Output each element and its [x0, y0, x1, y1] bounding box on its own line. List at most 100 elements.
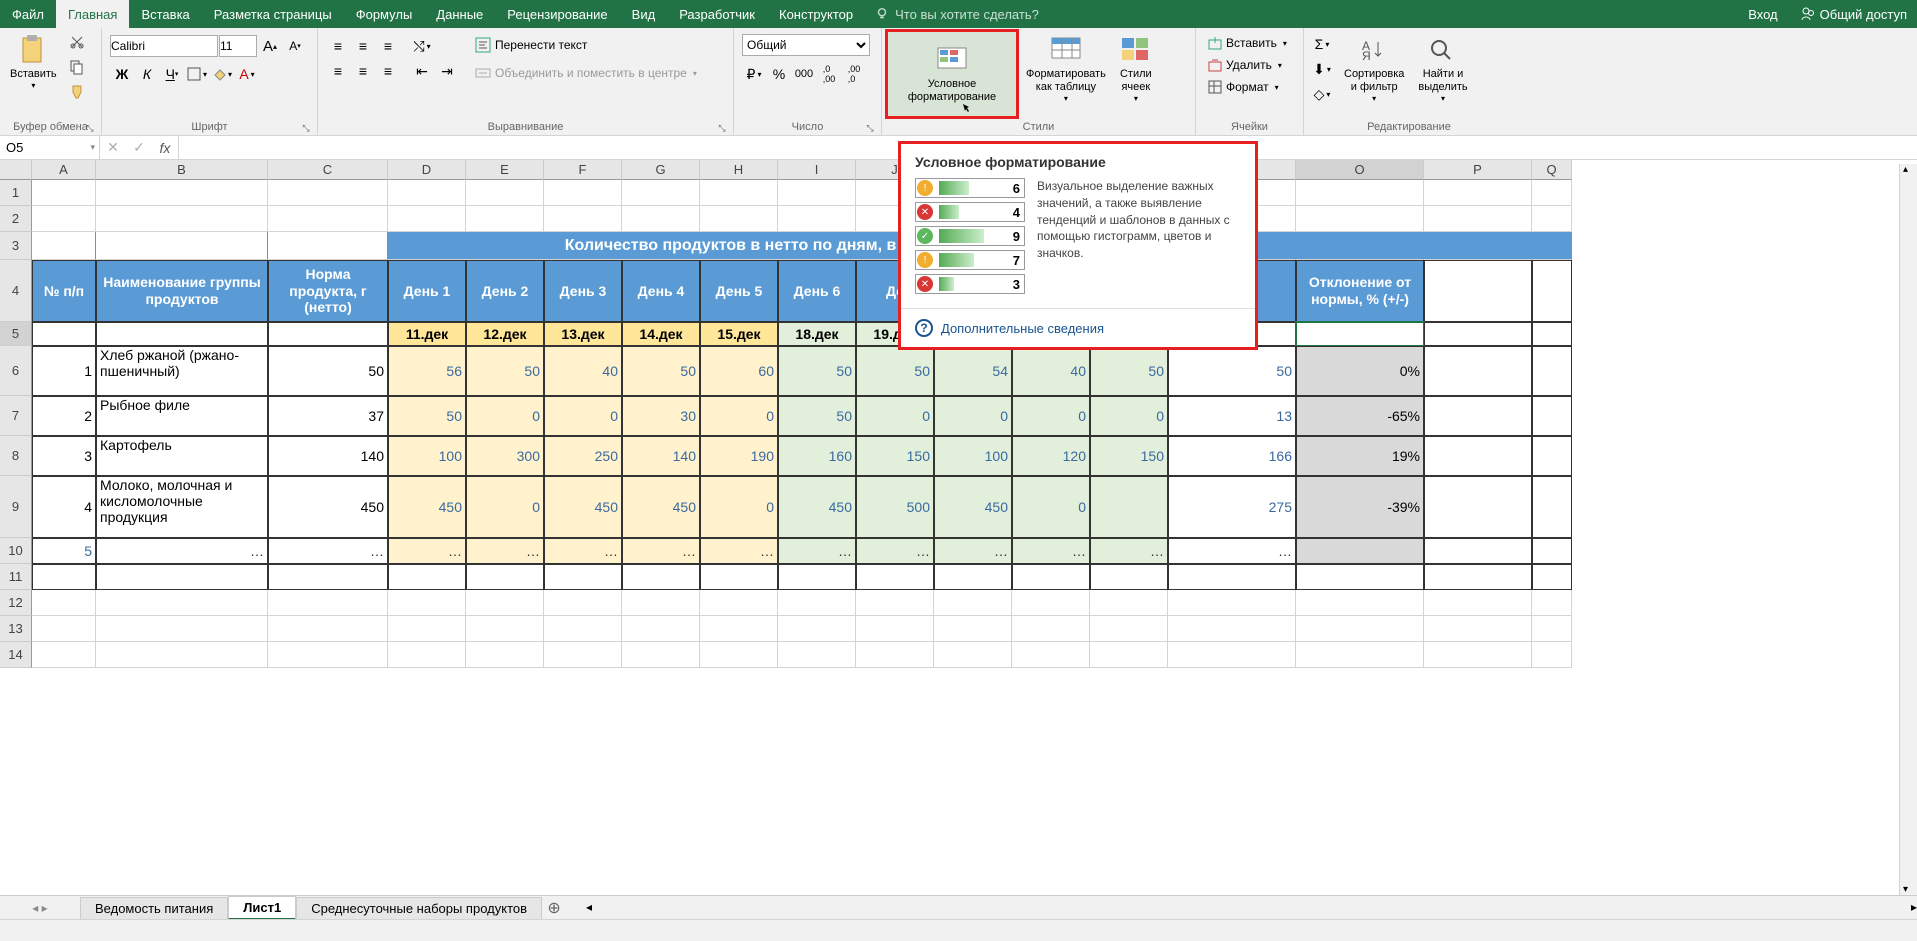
cell[interactable]: [466, 180, 544, 206]
cell[interactable]: [934, 564, 1012, 590]
align-top-button[interactable]: ≡: [326, 34, 350, 58]
cell[interactable]: [1296, 538, 1424, 564]
vertical-scrollbar[interactable]: [1899, 164, 1917, 895]
cell[interactable]: [466, 616, 544, 642]
cell[interactable]: [544, 564, 622, 590]
cell[interactable]: 450: [388, 476, 466, 538]
align-launcher-icon[interactable]: ⤡: [717, 123, 727, 133]
merge-button[interactable]: Объединить и поместить в центре: [469, 62, 703, 84]
cell[interactable]: 40: [544, 346, 622, 396]
cell[interactable]: [268, 322, 388, 346]
cell[interactable]: 50: [466, 346, 544, 396]
cut-button[interactable]: [65, 30, 89, 54]
cell[interactable]: [622, 564, 700, 590]
cell[interactable]: [544, 206, 622, 232]
cell[interactable]: [1532, 642, 1572, 668]
cell[interactable]: 0%: [1296, 346, 1424, 396]
cell[interactable]: [622, 206, 700, 232]
format-as-table-button[interactable]: Форматировать как таблицу▾: [1020, 30, 1112, 108]
cell[interactable]: 190: [700, 436, 778, 476]
select-all-corner[interactable]: [0, 160, 32, 180]
cell[interactable]: [32, 616, 96, 642]
clipboard-launcher-icon[interactable]: ⤡: [85, 123, 95, 133]
cell[interactable]: 50: [268, 346, 388, 396]
cell[interactable]: День 2: [466, 260, 544, 322]
cell[interactable]: [1012, 642, 1090, 668]
cell[interactable]: 0: [1012, 476, 1090, 538]
cell[interactable]: [1424, 322, 1532, 346]
name-box[interactable]: O5: [0, 136, 100, 159]
cell[interactable]: 13.дек: [544, 322, 622, 346]
cell[interactable]: 19%: [1296, 436, 1424, 476]
cell[interactable]: [700, 642, 778, 668]
cell[interactable]: [96, 322, 268, 346]
cell[interactable]: 150: [1090, 436, 1168, 476]
cell[interactable]: День 5: [700, 260, 778, 322]
cell[interactable]: 150: [856, 436, 934, 476]
cell[interactable]: 450: [934, 476, 1012, 538]
align-right-button[interactable]: ≡: [376, 59, 400, 83]
tell-me-search[interactable]: Что вы хотите сделать?: [865, 0, 1049, 28]
col-header-F[interactable]: F: [544, 160, 622, 180]
cell[interactable]: [1532, 538, 1572, 564]
cell[interactable]: 40: [1012, 346, 1090, 396]
login-button[interactable]: Вход: [1736, 7, 1789, 22]
tab-home[interactable]: Главная: [56, 0, 129, 28]
cell[interactable]: 0: [856, 396, 934, 436]
col-header-C[interactable]: C: [268, 160, 388, 180]
tab-data[interactable]: Данные: [424, 0, 495, 28]
cell[interactable]: [1296, 206, 1424, 232]
cell[interactable]: 50: [856, 346, 934, 396]
cell[interactable]: 13: [1168, 396, 1296, 436]
cell[interactable]: [268, 232, 388, 260]
decrease-indent-button[interactable]: ⇤: [410, 59, 434, 83]
cell[interactable]: [1296, 590, 1424, 616]
tab-nav[interactable]: ◂ ▸: [0, 901, 80, 915]
paste-button[interactable]: Вставить▾: [4, 30, 63, 95]
cell[interactable]: [268, 642, 388, 668]
cell[interactable]: [466, 206, 544, 232]
cell[interactable]: [96, 590, 268, 616]
cell[interactable]: 50: [778, 396, 856, 436]
cell[interactable]: [1168, 590, 1296, 616]
cell[interactable]: 56: [388, 346, 466, 396]
sort-filter-button[interactable]: АЯ Сортировка и фильтр▾: [1338, 30, 1410, 108]
row-header-13[interactable]: 13: [0, 616, 32, 642]
col-header-O[interactable]: O: [1296, 160, 1424, 180]
row-header-8[interactable]: 8: [0, 436, 32, 476]
cell[interactable]: [1424, 564, 1532, 590]
cell[interactable]: Рыбное филе: [96, 396, 268, 436]
cell[interactable]: …: [1168, 538, 1296, 564]
cell[interactable]: [1532, 180, 1572, 206]
sheet-tab-2[interactable]: Среднесуточные наборы продуктов: [296, 897, 542, 919]
cell[interactable]: 500: [856, 476, 934, 538]
cell[interactable]: 450: [268, 476, 388, 538]
cell[interactable]: 60: [700, 346, 778, 396]
cell[interactable]: [1532, 232, 1572, 260]
cell[interactable]: 2: [32, 396, 96, 436]
row-header-14[interactable]: 14: [0, 642, 32, 668]
tooltip-more-info-link[interactable]: ? Дополнительные сведения: [901, 308, 1255, 347]
cell[interactable]: День 3: [544, 260, 622, 322]
cell[interactable]: [778, 590, 856, 616]
cell[interactable]: [1090, 476, 1168, 538]
cell[interactable]: День 6: [778, 260, 856, 322]
cell[interactable]: [622, 616, 700, 642]
cell[interactable]: 0: [544, 396, 622, 436]
cell[interactable]: …: [544, 538, 622, 564]
cell[interactable]: …: [96, 538, 268, 564]
copy-button[interactable]: [65, 55, 89, 79]
cell[interactable]: [1168, 616, 1296, 642]
cell[interactable]: 30: [622, 396, 700, 436]
cell[interactable]: [1168, 642, 1296, 668]
cell[interactable]: 0: [1012, 396, 1090, 436]
cell[interactable]: [1532, 260, 1572, 322]
col-header-A[interactable]: A: [32, 160, 96, 180]
cell[interactable]: 0: [700, 396, 778, 436]
cell[interactable]: [466, 642, 544, 668]
cell[interactable]: 11.дек: [388, 322, 466, 346]
row-header-4[interactable]: 4: [0, 260, 32, 322]
cell[interactable]: …: [934, 538, 1012, 564]
cell[interactable]: [1296, 642, 1424, 668]
cell[interactable]: 0: [1090, 396, 1168, 436]
